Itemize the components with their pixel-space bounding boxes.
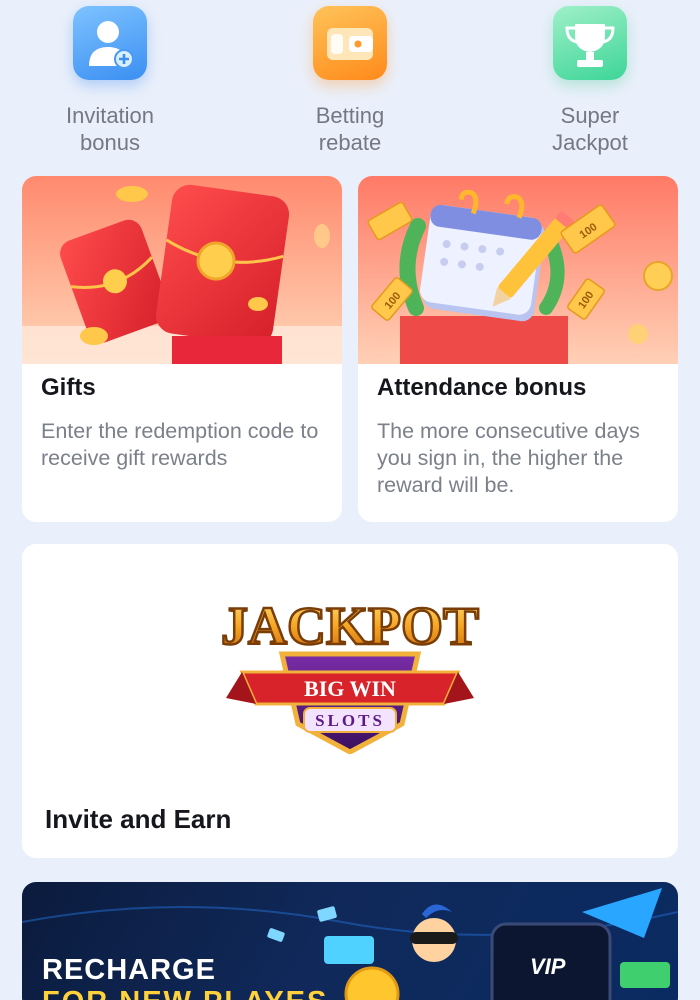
super-jackpot-label: Super Jackpot [552,103,628,155]
jackpot-logo-icon: JACKPOT BIG WIN SLOTS [220,595,480,754]
quick-actions: Invitation bonus Betting rebate Super Ja… [0,0,700,170]
add-user-icon [73,6,147,80]
svg-text:SLOTS: SLOTS [315,711,385,730]
betting-rebate-button[interactable]: Betting rebate [270,0,430,156]
invite-and-earn-title: Invite and Earn [45,804,232,834]
gifts-description: Enter the redemption code to receive gif… [41,419,319,470]
vip-badge: VIP [530,954,566,979]
banner-subheadline: FOR NEW PLAYES [42,986,328,1000]
invitation-bonus-button[interactable]: Invitation bonus [30,0,190,156]
invitation-bonus-label: Invitation bonus [65,103,155,155]
gifts-title: Gifts [41,374,96,401]
calendar-icon: 100 100 100 [358,176,678,364]
trophy-icon [553,6,627,80]
wallet-icon [313,6,387,80]
svg-text:JACKPOT: JACKPOT [221,596,479,656]
invite-and-earn-card[interactable]: JACKPOT BIG WIN SLOTS Invite and Earn [22,544,678,858]
betting-rebate-label: Betting rebate [315,103,385,155]
red-envelope-icon [22,176,342,364]
attendance-description: The more consecutive days you sign in, t… [377,419,640,497]
super-jackpot-button[interactable]: Super Jackpot [510,0,670,156]
gifts-card[interactable]: Gifts Enter the redemption code to recei… [22,176,342,522]
banner-headline: RECHARGE [42,954,216,986]
attendance-bonus-card[interactable]: 100 100 100 Attendance bonus The more co… [358,176,678,522]
recharge-banner[interactable]: RECHARGE FOR NEW PLAYES VIP [22,882,678,1000]
attendance-title: Attendance bonus [377,374,587,401]
svg-text:BIG WIN: BIG WIN [304,676,396,701]
